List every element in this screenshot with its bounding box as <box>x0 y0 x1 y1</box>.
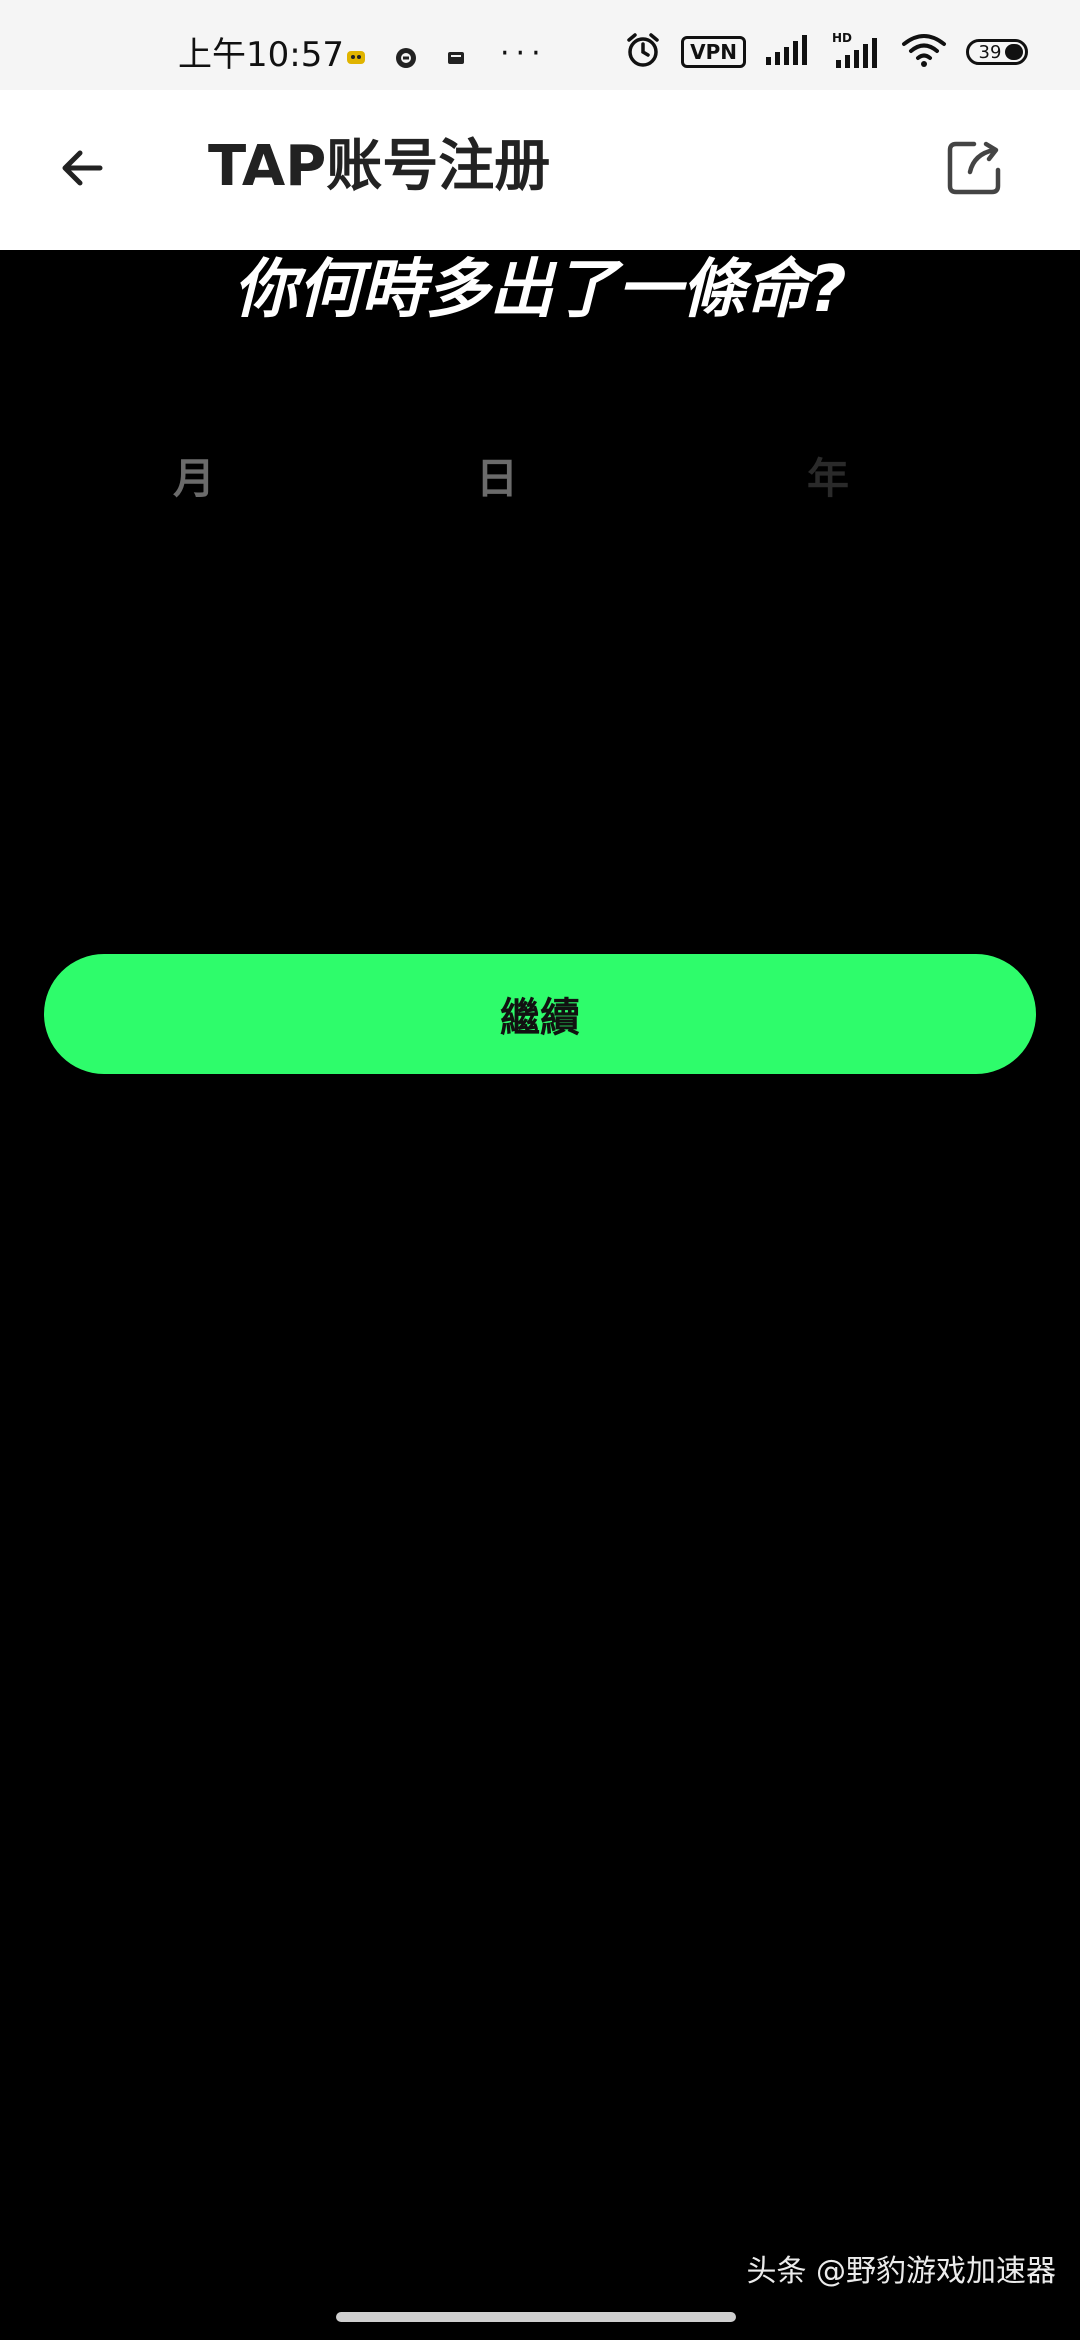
notification-icon-3 <box>444 46 468 70</box>
svg-text:HD: HD <box>832 31 852 45</box>
home-indicator[interactable] <box>336 2312 736 2322</box>
day-picker[interactable]: 日 <box>347 420 647 530</box>
vpn-badge: VPN <box>681 36 746 68</box>
back-button[interactable] <box>40 128 124 212</box>
watermark: 头条 @野豹游戏加速器 <box>746 2254 1056 2289</box>
signal-icon <box>764 33 814 71</box>
share-button[interactable] <box>938 134 1010 206</box>
status-bar: 上午10:57 ··· VPN HD 39 <box>0 0 1080 90</box>
arrow-left-icon <box>56 142 108 198</box>
notification-icon-2 <box>394 46 418 70</box>
notification-icon-1 <box>344 46 368 70</box>
hd-signal-icon: HD <box>832 30 882 74</box>
battery-icon: 39 <box>966 39 1028 65</box>
alarm-icon <box>623 30 663 74</box>
main-content: 你何時多出了一條命? 月 日 年 繼續 头条 @野豹游戏加速器 <box>0 250 1080 2340</box>
notification-icons <box>344 46 468 70</box>
more-notifications-indicator: ··· <box>500 36 547 71</box>
page-title: TAP账号注册 <box>208 134 551 199</box>
continue-button[interactable]: 繼續 <box>44 954 1036 1074</box>
wifi-icon <box>900 32 948 72</box>
birthdate-picker: 月 日 年 <box>0 420 1080 530</box>
year-picker[interactable]: 年 <box>678 420 978 530</box>
battery-level: 39 <box>978 41 1002 63</box>
status-right-group: VPN HD 39 <box>623 30 1028 74</box>
share-icon <box>944 138 1004 202</box>
month-picker[interactable]: 月 <box>44 420 344 530</box>
question-heading: 你何時多出了一條命? <box>233 253 847 327</box>
status-time: 上午10:57 <box>178 35 344 75</box>
app-bar: TAP账号注册 <box>0 90 1080 250</box>
